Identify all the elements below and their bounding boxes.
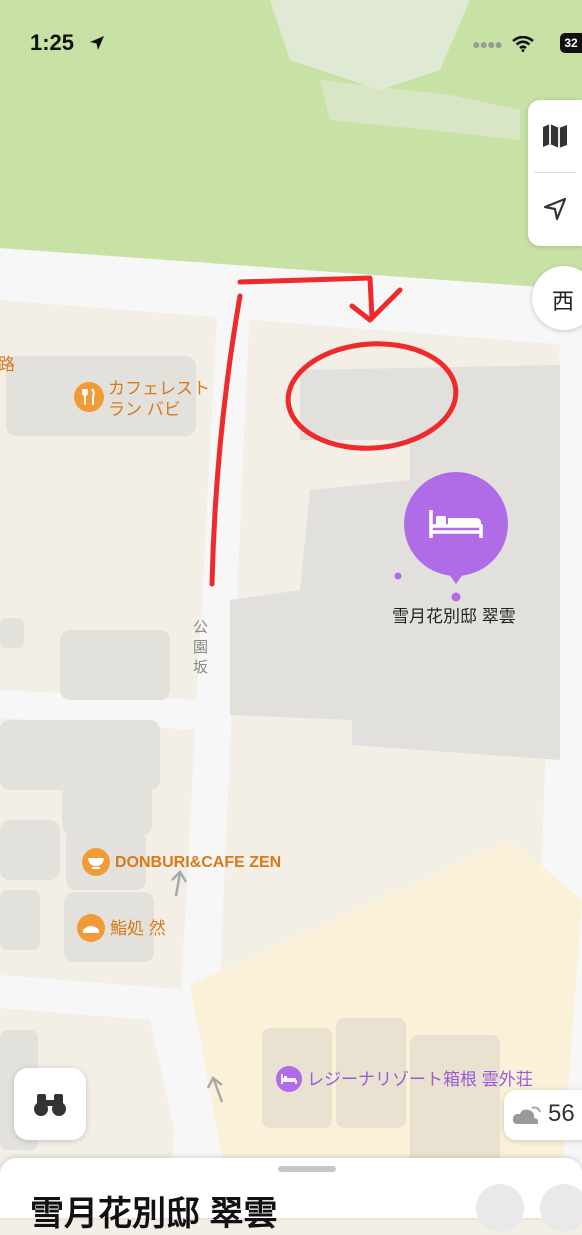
partly-cloudy-icon: [512, 1106, 541, 1124]
street-char-3: 坂: [193, 659, 209, 676]
fork-knife-icon: [82, 388, 95, 405]
sushi-icon: [83, 926, 99, 933]
hotel-main-label[interactable]: 雪月花別邸 翠雲: [392, 606, 516, 627]
donburi-poi-marker[interactable]: [82, 848, 110, 876]
bowl-icon: [88, 858, 104, 869]
wifi-icon: [512, 36, 534, 52]
battery-level: 32: [560, 33, 582, 53]
signal-icon: ●●●●: [472, 36, 503, 52]
street-char-1: 公: [193, 619, 209, 636]
location-services-icon: [90, 36, 104, 50]
map-icon: [543, 124, 567, 148]
sushi-poi-marker[interactable]: [77, 914, 105, 942]
status-bar: 1:25 ●●●● 32: [0, 0, 582, 90]
hotel-pin-marker[interactable]: [404, 472, 508, 576]
donburi-label[interactable]: DONBURI&CAFE ZEN: [115, 852, 281, 873]
hotel-pin-tail: [446, 570, 466, 584]
close-button[interactable]: [540, 1184, 582, 1232]
map-canvas[interactable]: [0, 0, 582, 1200]
temperature-value: 56: [548, 1100, 575, 1127]
bed-icon: [429, 510, 483, 538]
street-char-2: 園: [193, 639, 209, 656]
compass-direction: 西: [552, 290, 575, 315]
second-hotel-label[interactable]: レジーナリゾート箱根 雲外荘: [307, 1069, 533, 1090]
cafe-poi-marker[interactable]: [74, 382, 104, 412]
map-mode-button[interactable]: [528, 100, 582, 172]
binoculars-icon: [34, 1094, 66, 1116]
look-around-button[interactable]: [14, 1068, 86, 1140]
weather-widget[interactable]: 56: [504, 1090, 582, 1140]
share-button[interactable]: [476, 1184, 524, 1232]
place-card-sheet[interactable]: 雪月花別邸 翠雲: [0, 1158, 582, 1233]
sushi-label[interactable]: 鮨処 然: [110, 918, 166, 939]
status-time: 1:25: [30, 30, 75, 55]
cafe-label-line2: ラン バビ: [108, 400, 181, 419]
place-title: 雪月花別邸 翠雲: [30, 1195, 278, 1233]
street-label: 公 園 坂: [193, 618, 208, 678]
cafe-label-line1: カフェレスト: [108, 379, 210, 398]
road-fragment-label: 路: [0, 355, 15, 374]
signal-wifi-indicators: ●●●●: [472, 36, 534, 52]
locate-me-button[interactable]: [528, 173, 582, 245]
cafe-label[interactable]: カフェレスト ラン バビ: [108, 378, 210, 420]
map-controls: [528, 100, 582, 246]
bed-icon: [281, 1074, 297, 1084]
sheet-grabber[interactable]: [278, 1166, 336, 1172]
location-arrow-icon: [543, 197, 567, 221]
second-hotel-poi-marker[interactable]: [276, 1066, 302, 1092]
